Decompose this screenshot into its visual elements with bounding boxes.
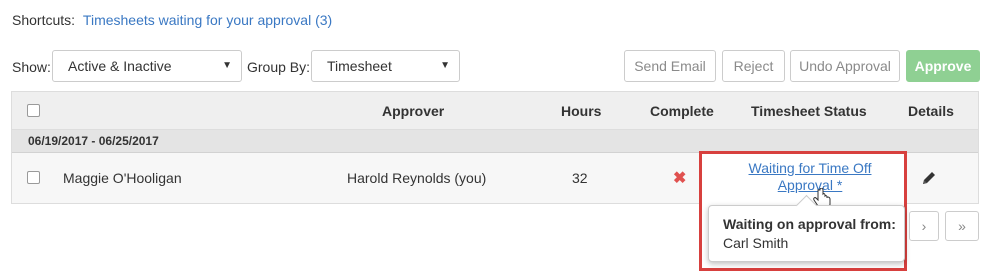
approve-button[interactable]: Approve [906,50,980,82]
caret-down-icon: ▼ [440,60,450,71]
tooltip-body: Carl Smith [723,235,789,251]
column-header-timesheet-status[interactable]: Timesheet Status [751,103,867,119]
shortcut-link-timesheets-awaiting[interactable]: Timesheets waiting for your approval (3) [83,12,332,28]
show-select[interactable]: Active & Inactive People ▼ [52,50,242,104]
reject-button[interactable]: Reject [722,50,785,82]
approver-name: Harold Reynolds (you) [347,170,487,186]
shortcuts-bar: Shortcuts: Timesheets waiting for your a… [12,12,332,28]
tooltip-title: Waiting on approval from: [723,216,896,232]
show-label: Show: [12,59,51,75]
person-name: Maggie O'Hooligan [63,170,182,186]
column-header-approver[interactable]: Approver [382,103,444,119]
next-page-button[interactable]: › [909,211,939,241]
group-period-label: 06/19/2017 - 06/25/2017 [28,134,159,148]
toolbar: Show: Active & Inactive People ▼ Group B… [0,50,994,104]
send-email-button[interactable]: Send Email [624,50,716,82]
status-line-2: Approval * [777,177,843,193]
column-header-complete[interactable]: Complete [650,103,714,119]
shortcuts-label: Shortcuts: [12,12,76,28]
grid-header: Approver Hours Complete Timesheet Status… [12,92,978,130]
undo-approval-button[interactable]: Undo Approval [790,50,900,82]
select-all-checkbox[interactable] [27,104,40,117]
groupby-select[interactable]: Timesheet Period ▼ [311,50,460,104]
last-page-button[interactable]: » [945,211,979,241]
timesheet-status-link[interactable]: Waiting for Time Off Approval * [730,160,890,194]
group-row: 06/19/2017 - 06/25/2017 [12,130,978,153]
groupby-label: Group By: [247,59,311,75]
hours-value: 32 [572,170,588,186]
status-line-1: Waiting for Time Off [748,160,872,176]
caret-down-icon: ▼ [222,60,232,71]
x-icon: ✖ [673,170,687,187]
row-checkbox[interactable] [27,171,40,184]
pencil-icon[interactable] [921,170,937,186]
column-header-details[interactable]: Details [908,103,954,119]
column-header-hours[interactable]: Hours [561,103,601,119]
approval-tooltip: Waiting on approval from: Carl Smith [708,194,905,262]
